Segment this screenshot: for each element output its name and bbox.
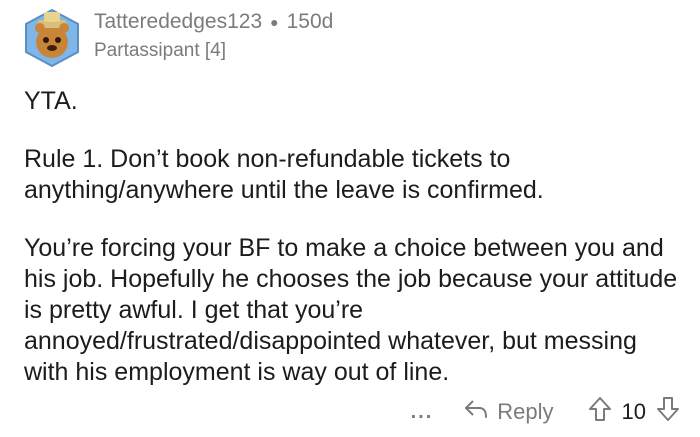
comment-age: 150d [286, 10, 334, 33]
reply-label: Reply [497, 399, 554, 424]
reply-button[interactable]: Reply [463, 398, 554, 426]
upvote-icon[interactable] [588, 396, 612, 428]
comment-paragraph: You’re forcing your BF to make a choice … [24, 234, 678, 386]
downvote-icon[interactable] [656, 396, 680, 428]
comment-actions: ... Reply 10 [411, 394, 680, 430]
vote-count: 10 [621, 399, 646, 424]
comment-body: YTA. Rule 1. Don’t book non-refundable t… [24, 86, 684, 388]
separator-dot: ● [270, 14, 279, 30]
vote-controls: 10 [588, 396, 680, 428]
comment-header: Tatterededges123 ● 150d Partassipant [4] [94, 10, 333, 62]
more-options-button[interactable]: ... [411, 401, 434, 424]
user-flair: Partassipant [4] [94, 40, 227, 61]
username[interactable]: Tatterededges123 [94, 10, 262, 34]
reply-arrow-icon [463, 398, 497, 426]
comment-paragraph: YTA. [24, 87, 78, 115]
username-row: Tatterededges123 ● 150d [94, 10, 333, 34]
comment-paragraph: Rule 1. Don’t book non-refundable ticket… [24, 145, 544, 204]
avatar[interactable] [20, 6, 84, 70]
